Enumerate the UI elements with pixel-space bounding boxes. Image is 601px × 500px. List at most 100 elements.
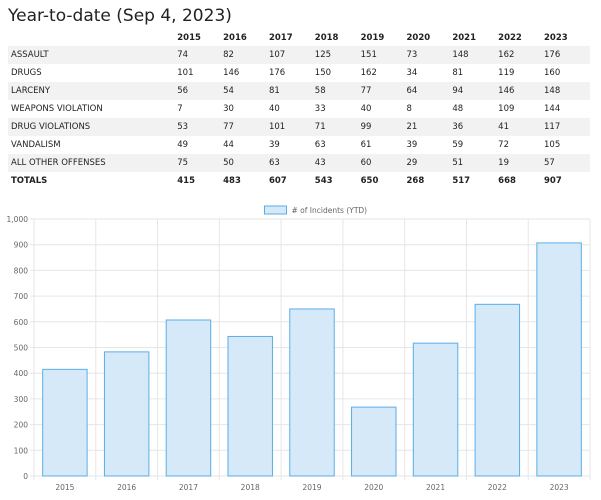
table-row-label: VANDALISM bbox=[11, 140, 61, 150]
legend-label: # of Incidents (YTD) bbox=[292, 206, 368, 215]
table-cell: 8 bbox=[406, 104, 412, 114]
table-cell: 34 bbox=[406, 68, 418, 78]
table-row-label: LARCENY bbox=[8, 82, 178, 100]
table-row-label: ASSAULT bbox=[8, 46, 178, 64]
table-cell: 61 bbox=[360, 140, 372, 150]
table-cell: 148 bbox=[452, 46, 499, 64]
table-cell: 146 bbox=[498, 82, 545, 100]
table-cell: 63 bbox=[314, 140, 326, 150]
table-cell: 7 bbox=[177, 104, 183, 114]
table-header-year: 2020 bbox=[406, 33, 431, 43]
y-tick-label: 800 bbox=[14, 266, 29, 275]
table-cell: 56 bbox=[177, 82, 224, 100]
table-row: LARCENY 56 54 81 58 77 64 94 146 148 bbox=[8, 82, 590, 100]
table-cell: 48 bbox=[452, 104, 464, 114]
y-tick-label: 700 bbox=[14, 292, 29, 301]
table-row: ALL OTHER OFFENSES 75 50 63 43 60 29 51 19 57 bbox=[8, 154, 590, 172]
table-cell: 162 bbox=[498, 46, 545, 64]
x-tick-label: 2023 bbox=[550, 483, 569, 492]
table-header-label bbox=[8, 30, 177, 46]
table-cell: 125 bbox=[314, 46, 361, 64]
table-cell: 107 bbox=[268, 46, 315, 64]
x-tick-label: 2016 bbox=[117, 483, 136, 492]
table-cell: 43 bbox=[314, 154, 361, 172]
table-row-label: WEAPONS VIOLATION bbox=[11, 104, 103, 114]
table-row: DRUGS 101 146 176 150 162 34 81 119 160 bbox=[8, 64, 590, 82]
table-cell: 81 bbox=[268, 82, 315, 100]
table-header-year: 2018 bbox=[314, 33, 339, 43]
bar-2017 bbox=[165, 319, 212, 477]
table-header-year: 2019 bbox=[360, 33, 385, 43]
table-cell: 77 bbox=[223, 118, 269, 136]
bar-2023 bbox=[536, 242, 582, 477]
table-cell: 82 bbox=[223, 46, 269, 64]
table-cell: 63 bbox=[268, 154, 315, 172]
table-row: ASSAULT 74 82 107 125 151 73 148 162 176 bbox=[8, 46, 590, 64]
table-row-label: DRUG VIOLATIONS bbox=[8, 118, 178, 136]
legend-swatch bbox=[264, 205, 287, 215]
table-cell: 58 bbox=[314, 82, 361, 100]
table-cell: 29 bbox=[406, 154, 453, 172]
table-cell: 73 bbox=[406, 46, 453, 64]
table-cell: 60 bbox=[360, 154, 407, 172]
table-cell: 607 bbox=[268, 172, 315, 190]
table-row: VANDALISM 49 44 39 63 61 39 59 72 105 bbox=[8, 136, 590, 154]
table-cell: 144 bbox=[544, 104, 561, 114]
table-cell: 101 bbox=[268, 118, 315, 136]
bar-2021 bbox=[412, 342, 459, 477]
table-cell: 36 bbox=[452, 118, 499, 136]
table-cell: 19 bbox=[498, 154, 545, 172]
y-tick-label: 200 bbox=[14, 421, 29, 430]
table-header-year: 2017 bbox=[268, 33, 293, 43]
y-tick-label: 500 bbox=[14, 344, 29, 353]
bar-chart-svg: 0 100 200 300 400 500 600 700 800 900 1,000 2015 201… bbox=[7, 205, 591, 492]
table-cell: 117 bbox=[544, 118, 590, 136]
x-tick-label: 2018 bbox=[241, 483, 260, 492]
table-cell: 41 bbox=[498, 118, 545, 136]
table-row-label: DRUGS bbox=[11, 68, 42, 78]
page: Year-to-date (Sep 4, 2023) 2015 2016 201… bbox=[0, 0, 601, 500]
table-header-year: 2022 bbox=[498, 33, 522, 43]
bar-2022 bbox=[474, 303, 521, 477]
table-cell: 668 bbox=[498, 172, 545, 190]
table-header-year: 2023 bbox=[544, 33, 568, 43]
y-tick-label: 100 bbox=[14, 446, 29, 455]
table-cell: 53 bbox=[177, 118, 224, 136]
table-cell: 907 bbox=[544, 172, 590, 190]
table-cell: 21 bbox=[406, 118, 453, 136]
table-cell: 71 bbox=[314, 118, 361, 136]
table-cell: 40 bbox=[360, 104, 372, 114]
table-cell: 44 bbox=[223, 140, 234, 150]
table-cell: 75 bbox=[177, 154, 224, 172]
y-tick-label: 0 bbox=[23, 472, 28, 481]
table-cell: 543 bbox=[314, 172, 361, 190]
table-cell: 40 bbox=[268, 104, 280, 114]
table-cell: 517 bbox=[452, 172, 499, 190]
table-cell: 39 bbox=[268, 140, 280, 150]
table-cell: 150 bbox=[314, 68, 332, 78]
bar-2016 bbox=[103, 351, 150, 477]
table-header-row: 2015 2016 2017 2018 2019 2020 2021 2022 … bbox=[8, 30, 590, 46]
incidents-table: 2015 2016 2017 2018 2019 2020 2021 2022 … bbox=[8, 30, 590, 190]
table-cell: 77 bbox=[360, 82, 407, 100]
table-cell: 176 bbox=[544, 46, 590, 64]
table-cell: 33 bbox=[314, 104, 326, 114]
y-tick-label: 900 bbox=[14, 241, 29, 250]
table-totals-row: TOTALS 415 483 607 543 650 268 517 668 907 bbox=[8, 172, 590, 190]
table-cell: 99 bbox=[360, 118, 407, 136]
table-cell: 59 bbox=[452, 140, 464, 150]
y-tick-label: 400 bbox=[14, 369, 29, 378]
x-tick-label: 2020 bbox=[364, 483, 383, 492]
table-cell: 39 bbox=[406, 140, 418, 150]
table-cell: 49 bbox=[177, 140, 189, 150]
table-cell: 483 bbox=[223, 172, 269, 190]
table-cell: 64 bbox=[406, 82, 453, 100]
x-tick-label: 2021 bbox=[426, 483, 445, 492]
table-cell: 151 bbox=[360, 46, 407, 64]
table-cell: 30 bbox=[223, 104, 234, 114]
y-tick-label: 600 bbox=[14, 318, 29, 327]
table-cell: 105 bbox=[544, 140, 561, 150]
table-cell: 50 bbox=[223, 154, 269, 172]
incidents-chart: 0 100 200 300 400 500 600 700 800 900 1,000 2015 201… bbox=[0, 200, 601, 500]
table-cell: 57 bbox=[544, 154, 590, 172]
